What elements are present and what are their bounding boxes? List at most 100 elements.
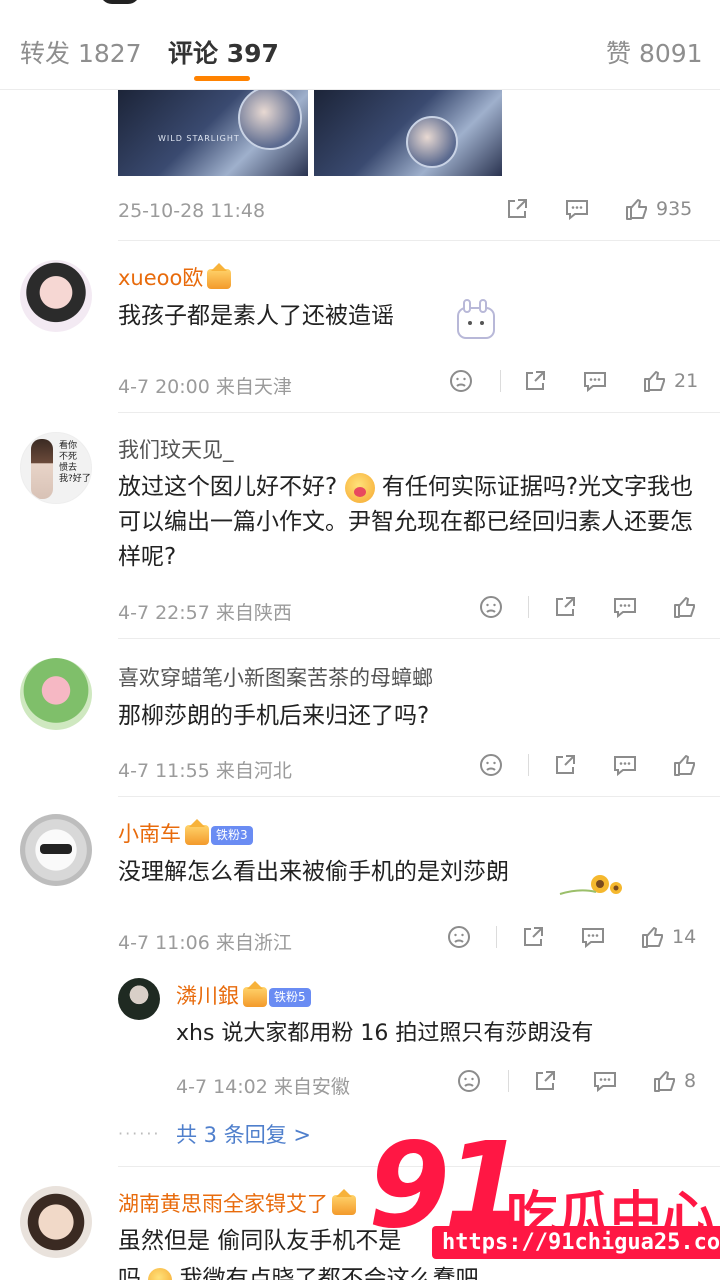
- like-count: 21: [674, 370, 699, 392]
- comment-author[interactable]: 湖南黄思雨全家锝艾了: [118, 1188, 356, 1218]
- sad-face-icon: [450, 370, 472, 392]
- reply-button[interactable]: [612, 752, 638, 778]
- avatar-sunglasses: [40, 844, 72, 854]
- like-button[interactable]: 8: [652, 1068, 696, 1094]
- reply-button[interactable]: [612, 594, 638, 620]
- comment-icon: [614, 756, 636, 777]
- tab-reposts-label: 转发: [20, 39, 71, 68]
- avatar[interactable]: [20, 658, 92, 730]
- like-button[interactable]: 21: [642, 368, 698, 394]
- comment-location: 来自陕西: [215, 602, 292, 624]
- like-button[interactable]: [672, 594, 698, 620]
- avatar[interactable]: [20, 1186, 92, 1258]
- comment-author-name: 小南车: [118, 822, 181, 846]
- comment-button[interactable]: [564, 196, 590, 222]
- tab-comments[interactable]: 评论 397: [168, 34, 279, 70]
- thumbs-up-icon: [674, 755, 695, 776]
- sad-face-icon: [458, 1070, 480, 1092]
- reply-author-name: 潾川銀: [176, 984, 239, 1008]
- dislike-button[interactable]: [456, 1068, 482, 1094]
- post-image-2[interactable]: [314, 90, 502, 176]
- reply-button[interactable]: [592, 1068, 618, 1094]
- tab-bar: 转发 1827 评论 397 赞 8091: [0, 0, 720, 90]
- divider: [118, 412, 720, 413]
- share-button[interactable]: [522, 368, 548, 394]
- bunny-sticker-icon: [410, 299, 495, 343]
- share-button[interactable]: [520, 924, 546, 950]
- divider: [508, 1070, 509, 1092]
- comment-author[interactable]: xueoo欧: [118, 262, 232, 292]
- crown-icon: [243, 981, 267, 1007]
- reply-text: xhs 说大家都用粉 16 拍过照只有莎朗没有: [176, 1021, 594, 1046]
- reply-button[interactable]: [582, 368, 608, 394]
- share-button[interactable]: [532, 1068, 558, 1094]
- reply-location: 来自安徽: [273, 1076, 350, 1098]
- sunflower-sticker-icon: [559, 875, 622, 895]
- comment-text: 没理解怎么看出来被偷手机的是刘莎朗: [118, 859, 509, 885]
- like-button[interactable]: 14: [640, 924, 696, 950]
- sad-face-icon: [480, 754, 502, 776]
- reply-meta: 4-7 14:02 来自安徽: [176, 1072, 350, 1099]
- divider: [528, 596, 529, 618]
- comment-time: 4-7 11:06: [118, 932, 210, 954]
- comment-location: 来自浙江: [215, 932, 292, 954]
- reply-button[interactable]: [580, 924, 606, 950]
- sad-face-icon: [448, 926, 470, 948]
- status-fragment: [100, 0, 140, 4]
- like-count: 14: [672, 926, 697, 948]
- divider: [500, 370, 501, 392]
- dislike-button[interactable]: [448, 368, 474, 394]
- comment-author[interactable]: 我们玟天见_: [118, 434, 234, 464]
- active-tab-indicator: [194, 76, 250, 81]
- bubble-decoration: [410, 290, 500, 350]
- thumbs-up-icon: [674, 597, 695, 618]
- like-button[interactable]: 935: [624, 196, 692, 222]
- divider: [118, 638, 720, 639]
- crown-icon: [332, 1189, 356, 1215]
- share-button[interactable]: [552, 752, 578, 778]
- like-count: 935: [656, 198, 693, 220]
- view-more-replies-link[interactable]: 共 3 条回复 >: [176, 1119, 311, 1149]
- fan-badge: 铁粉5: [269, 987, 311, 1007]
- crown-icon: [207, 263, 232, 289]
- like-button[interactable]: [672, 752, 698, 778]
- dislike-button[interactable]: [478, 752, 504, 778]
- share-icon: [556, 597, 575, 616]
- share-icon: [536, 1071, 555, 1090]
- comment-icon: [566, 200, 588, 221]
- share-button[interactable]: [504, 196, 530, 222]
- share-icon: [556, 755, 575, 774]
- reply-avatar[interactable]: [118, 978, 160, 1020]
- comment-location: 来自河北: [215, 760, 292, 782]
- dislike-button[interactable]: [446, 924, 472, 950]
- comment-icon: [584, 372, 606, 393]
- comment-text: 那柳莎朗的手机后来归还了吗?: [118, 703, 430, 729]
- comment-icon: [614, 598, 636, 619]
- thumbs-up-icon: [644, 371, 665, 392]
- dislike-button[interactable]: [478, 594, 504, 620]
- comment-time: 4-7 11:55: [118, 760, 210, 782]
- comment-meta: 4-7 20:00 来自天津: [118, 372, 292, 399]
- emoji-icon: [148, 1267, 173, 1280]
- reply-author[interactable]: 潾川銀 铁粉5: [176, 980, 311, 1010]
- more-dots: ······: [118, 1124, 161, 1143]
- avatar[interactable]: [20, 814, 92, 886]
- post-time: 25-10-28 11:48: [118, 200, 266, 222]
- tab-likes[interactable]: 赞 8091: [606, 34, 703, 70]
- share-button[interactable]: [552, 594, 578, 620]
- divider: [118, 240, 720, 241]
- share-icon: [508, 199, 527, 218]
- tab-comments-count: 397: [226, 39, 279, 68]
- avatar[interactable]: 看你 不死 惯去 我?好了: [20, 432, 92, 504]
- divider: [496, 926, 497, 948]
- comment-author[interactable]: 小南车 铁粉3: [118, 818, 253, 848]
- tab-likes-label: 赞: [606, 39, 632, 68]
- comment-author[interactable]: 喜欢穿蜡笔小新图案苦茶的母蟑螂: [118, 662, 433, 692]
- comment-meta: 4-7 11:06 来自浙江: [118, 928, 292, 955]
- post-image-1[interactable]: WILD STARLIGHT: [118, 90, 308, 176]
- tab-reposts[interactable]: 转发 1827: [20, 34, 142, 70]
- image-disc: [238, 90, 302, 150]
- avatar[interactable]: [20, 260, 92, 332]
- comment-text: 放过这个囡儿好不好? 有任何实际证据吗?光文字我也可以编出一篇小作文。尹智允现在…: [118, 470, 708, 575]
- avatar-figure: [31, 439, 53, 499]
